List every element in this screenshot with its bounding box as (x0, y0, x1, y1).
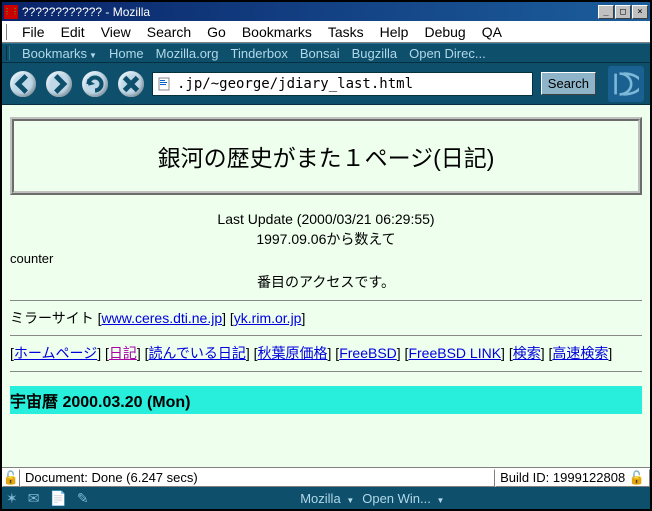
window-title: ???????????? - Mozilla (22, 5, 598, 19)
menu-debug[interactable]: Debug (416, 22, 473, 42)
mozilla-throbber[interactable] (608, 66, 644, 102)
divider (10, 335, 642, 336)
editor-icon[interactable]: ✎ (77, 490, 89, 507)
last-update: Last Update (2000/03/21 06:29:55) (10, 211, 642, 227)
menu-go[interactable]: Go (199, 22, 234, 42)
menu-file[interactable]: File (14, 22, 53, 42)
maximize-button[interactable]: □ (615, 5, 631, 19)
chevron-down-icon: ▼ (437, 496, 445, 505)
bookmarkbar-grip[interactable] (6, 46, 10, 60)
menu-search[interactable]: Search (139, 22, 199, 42)
close-button[interactable]: × (632, 5, 648, 19)
status-document: Document: Done (6.247 secs) (20, 469, 495, 487)
content-area[interactable]: 銀河の歴史がまた１ページ(日記) Last Update (2000/03/21… (2, 105, 650, 467)
menu-view[interactable]: View (93, 22, 139, 42)
link-search[interactable]: 検索 (513, 345, 541, 361)
diary-date-heading: 宇宙暦 2000.03.20 (Mon) (10, 386, 642, 414)
taskbar: ✶ ✉ 📄 ✎ Mozilla ▼ Open Win... ▼ (2, 487, 650, 509)
access-count-text: 番目のアクセスです。 (10, 272, 642, 292)
navigator-icon[interactable]: ✶ (6, 490, 18, 507)
url-bar (152, 72, 533, 96)
bm-home[interactable]: Home (103, 46, 150, 61)
link-reading-diary[interactable]: 読んでいる日記 (149, 345, 246, 361)
status-build-id: Build ID: 1999122808 🔓 (495, 469, 650, 487)
bookmark-toolbar: Bookmarks▼ Home Mozilla.org Tinderbox Bo… (2, 43, 650, 63)
minimize-button[interactable]: _ (598, 5, 614, 19)
mail-icon[interactable]: ✉ (28, 490, 40, 507)
link-freebsd[interactable]: FreeBSD (339, 345, 397, 361)
reload-button[interactable] (80, 69, 110, 99)
navigation-toolbar: Search (2, 63, 650, 105)
stop-button[interactable] (116, 69, 146, 99)
link-fast-search[interactable]: 高速検索 (552, 345, 608, 361)
security-lock-icon[interactable]: 🔓 (2, 469, 20, 487)
bm-tinderbox[interactable]: Tinderbox (225, 46, 294, 61)
mirror-sites: ミラーサイト [www.ceres.dti.ne.jp] [yk.rim.or.… (10, 307, 642, 329)
taskbar-mozilla[interactable]: Mozilla ▼ (300, 491, 354, 506)
link-akihabara[interactable]: 秋葉原価格 (258, 345, 328, 361)
url-input[interactable] (175, 76, 532, 92)
link-homepage[interactable]: ホームページ (14, 345, 97, 361)
link-freebsd-link[interactable]: FreeBSD LINK (408, 345, 501, 361)
nav-links: [ホームページ] [日記] [読んでいる日記] [秋葉原価格] [FreeBSD… (10, 342, 642, 364)
back-button[interactable] (8, 69, 38, 99)
mirror-link-2[interactable]: yk.rim.or.jp (234, 310, 302, 326)
since-date: 1997.09.06から数えて (10, 229, 642, 249)
menu-tasks[interactable]: Tasks (320, 22, 372, 42)
counter-label: counter (10, 251, 642, 266)
bm-bookmarks[interactable]: Bookmarks▼ (16, 46, 103, 61)
menubar: File Edit View Search Go Bookmarks Tasks… (2, 21, 650, 43)
mirror-label: ミラーサイト (10, 310, 94, 326)
app-icon: ⋮⋮ (4, 5, 18, 19)
menu-help[interactable]: Help (372, 22, 417, 42)
bm-bugzilla[interactable]: Bugzilla (346, 46, 404, 61)
composer-icon[interactable]: 📄 (49, 490, 66, 507)
menubar-grip[interactable] (6, 24, 10, 40)
forward-button[interactable] (44, 69, 74, 99)
statusbar: 🔓 Document: Done (6.247 secs) Build ID: … (2, 467, 650, 487)
page-icon[interactable] (155, 75, 173, 93)
divider (10, 371, 642, 372)
divider (10, 300, 642, 301)
menu-edit[interactable]: Edit (53, 22, 93, 42)
bm-open-directory[interactable]: Open Direc... (403, 46, 492, 61)
menu-qa[interactable]: QA (474, 22, 510, 42)
search-button[interactable]: Search (541, 72, 596, 95)
link-diary[interactable]: 日記 (109, 345, 137, 361)
menu-bookmarks[interactable]: Bookmarks (234, 22, 320, 42)
chevron-down-icon: ▼ (89, 51, 97, 60)
bm-mozilla-org[interactable]: Mozilla.org (150, 46, 225, 61)
mirror-link-1[interactable]: www.ceres.dti.ne.jp (102, 310, 223, 326)
taskbar-open-windows[interactable]: Open Win... ▼ (362, 491, 444, 506)
chevron-down-icon: ▼ (346, 496, 354, 505)
page-title-box: 銀河の歴史がまた１ページ(日記) (10, 117, 642, 195)
bm-bonsai[interactable]: Bonsai (294, 46, 346, 61)
titlebar[interactable]: ⋮⋮ ???????????? - Mozilla _ □ × (2, 2, 650, 21)
page-heading: 銀河の歴史がまた１ページ(日記) (18, 139, 634, 173)
